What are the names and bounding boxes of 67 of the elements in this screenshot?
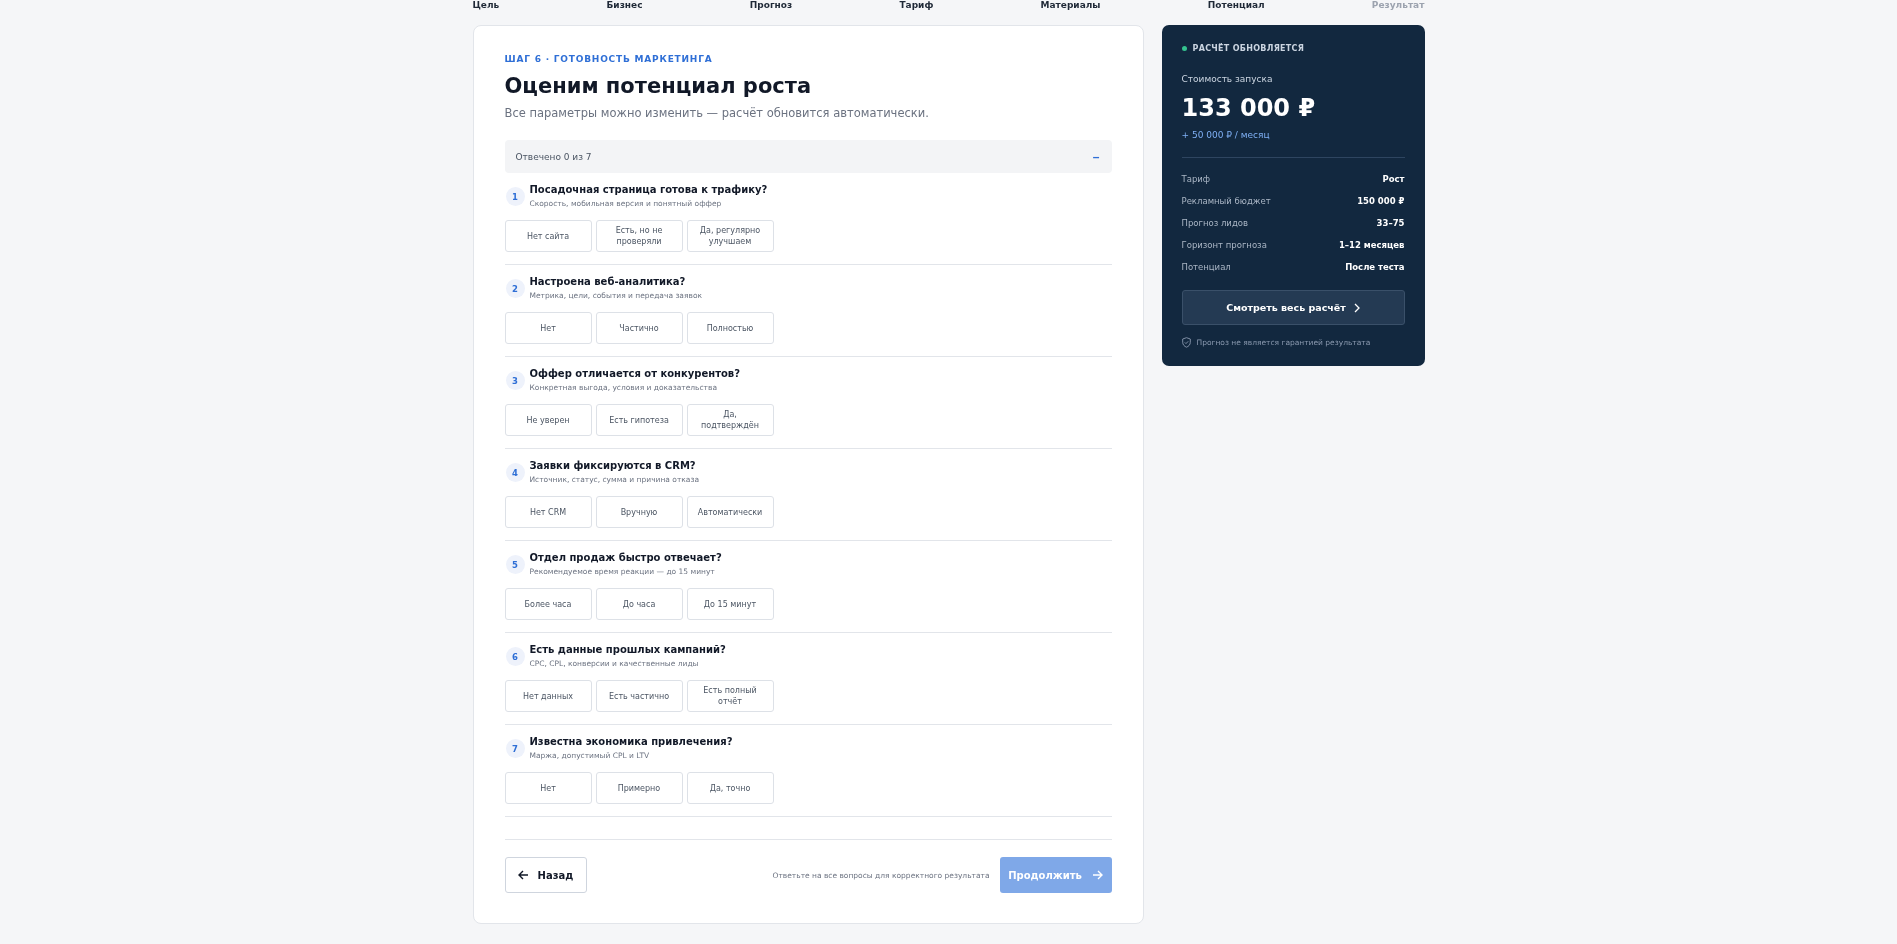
question-title: Отдел продаж быстро отвечает?	[529, 552, 722, 563]
answer-option[interactable]: Нет	[504, 312, 592, 344]
summary-value: После теста	[1345, 262, 1405, 272]
question-number: 2	[505, 279, 525, 298]
arrow-left-icon	[517, 870, 529, 880]
step-label[interactable]: Бизнес	[606, 0, 643, 11]
answer-option[interactable]: Полностью	[686, 312, 774, 344]
step-label[interactable]: Прогноз	[749, 0, 793, 11]
summary-value: 1–12 месяцев	[1338, 240, 1405, 250]
summary-label: Горизонт прогноза	[1181, 240, 1267, 250]
answer-option[interactable]: Частично	[595, 312, 683, 344]
question-number: 1	[505, 187, 525, 206]
question-number: 5	[505, 555, 525, 574]
question-title: Настроена веб-аналитика?	[529, 276, 687, 287]
answer-option[interactable]: Да, подтверждён	[686, 404, 774, 436]
question-title: Заявки фиксируются в CRM?	[529, 460, 697, 471]
question-title: Оффер отличается от конкурентов?	[529, 368, 740, 379]
answer-option[interactable]: Автоматически	[686, 496, 774, 528]
answer-option[interactable]: Вручную	[595, 496, 683, 528]
details-button[interactable]: Смотреть весь расчёт	[1181, 290, 1405, 325]
step-label[interactable]: Тариф	[899, 0, 934, 11]
answer-option[interactable]: Есть полный отчёт	[686, 680, 774, 712]
question-title: Есть данные прошлых кампаний?	[529, 644, 726, 655]
summary-value: Рост	[1382, 174, 1405, 184]
step-label[interactable]: Цель	[472, 0, 500, 11]
page-subtitle: Все параметры можно изменить — расчёт обновится автоматически.	[504, 106, 930, 120]
summary-label: Тариф	[1181, 174, 1211, 184]
answer-option[interactable]: Нет сайта	[504, 220, 592, 252]
status-dot	[1181, 46, 1187, 51]
answer-option[interactable]: Не уверен	[504, 404, 592, 436]
answer-option[interactable]: Да, регулярно улучшаем	[686, 220, 774, 252]
step-label[interactable]: Материалы	[1040, 0, 1101, 11]
summary-value: 150 000 ₽	[1357, 196, 1405, 206]
collapse-toggle[interactable]: –	[1092, 149, 1100, 164]
question-number: 4	[505, 463, 525, 482]
summary-label: Рекламный бюджет	[1181, 196, 1271, 206]
monthly-cost: + 50 000 ₽ / месяц	[1181, 130, 1271, 140]
page-title: Оценим потенциал роста	[504, 74, 813, 98]
answer-option[interactable]: Есть частично	[595, 680, 683, 712]
question-title: Известна экономика привлечения?	[529, 736, 733, 747]
answer-option[interactable]: Да, точно	[686, 772, 774, 804]
question-title: Посадочная страница готова к трафику?	[529, 184, 768, 195]
progress-text: Отвечено 0 из 7	[515, 151, 592, 162]
cost-value: 133 000 ₽	[1181, 94, 1317, 122]
step-label[interactable]: Потенциал	[1207, 0, 1265, 11]
cost-label: Стоимость запуска	[1181, 74, 1274, 84]
summary-label: Потенциал	[1181, 262, 1231, 272]
answer-option[interactable]: Нет	[504, 772, 592, 804]
answer-option[interactable]: Более часа	[504, 588, 592, 620]
question-number: 3	[505, 371, 525, 390]
status-text: РАСЧЁТ ОБНОВЛЯЕТСЯ	[1192, 44, 1305, 53]
answer-option[interactable]: До 15 минут	[686, 588, 774, 620]
answer-option[interactable]: Есть, но не проверяли	[595, 220, 683, 252]
back-button[interactable]: Назад	[504, 857, 587, 893]
answer-option[interactable]: Нет CRM	[504, 496, 592, 528]
question-number: 7	[505, 739, 525, 758]
answer-option[interactable]: Примерно	[595, 772, 683, 804]
shield-check-icon	[1181, 337, 1191, 348]
summary-value: 33–75	[1376, 218, 1405, 228]
step-heading: ШАГ 6 · ГОТОВНОСТЬ МАРКЕТИНГА	[504, 54, 714, 64]
answer-option[interactable]: Нет данных	[504, 680, 592, 712]
summary-label: Прогноз лидов	[1181, 218, 1248, 228]
question-number: 6	[505, 647, 525, 666]
answer-option[interactable]: До часа	[595, 588, 683, 620]
answer-option[interactable]: Есть гипотеза	[595, 404, 683, 436]
chevron-right-icon	[1353, 302, 1360, 313]
arrow-right-icon	[1091, 870, 1103, 880]
